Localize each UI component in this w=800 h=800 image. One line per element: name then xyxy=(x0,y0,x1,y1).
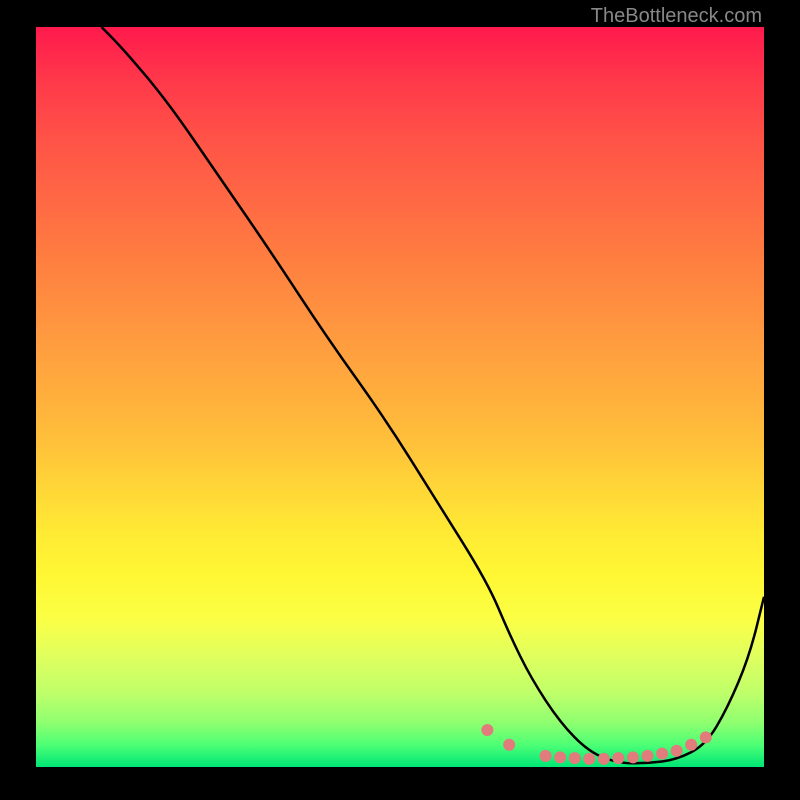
highlight-dot xyxy=(700,731,712,743)
attribution-label: TheBottleneck.com xyxy=(591,5,762,28)
plot-area xyxy=(36,27,764,767)
highlight-dot xyxy=(685,739,697,751)
highlight-dot xyxy=(671,745,683,757)
highlight-dot xyxy=(656,748,668,760)
chart-svg xyxy=(36,27,764,767)
highlight-dot xyxy=(503,739,515,751)
highlight-dot xyxy=(554,751,566,763)
bottleneck-curve xyxy=(102,27,764,763)
highlight-dot xyxy=(540,750,552,762)
curve-path-group xyxy=(102,27,764,763)
highlight-dot xyxy=(481,724,493,736)
highlight-dot xyxy=(612,752,624,764)
highlight-dot xyxy=(598,753,610,765)
chart-container: TheBottleneck.com xyxy=(0,0,800,800)
highlight-dot xyxy=(583,753,595,765)
highlight-dot xyxy=(642,750,654,762)
highlight-dot xyxy=(569,752,581,764)
highlight-dot xyxy=(627,751,639,763)
